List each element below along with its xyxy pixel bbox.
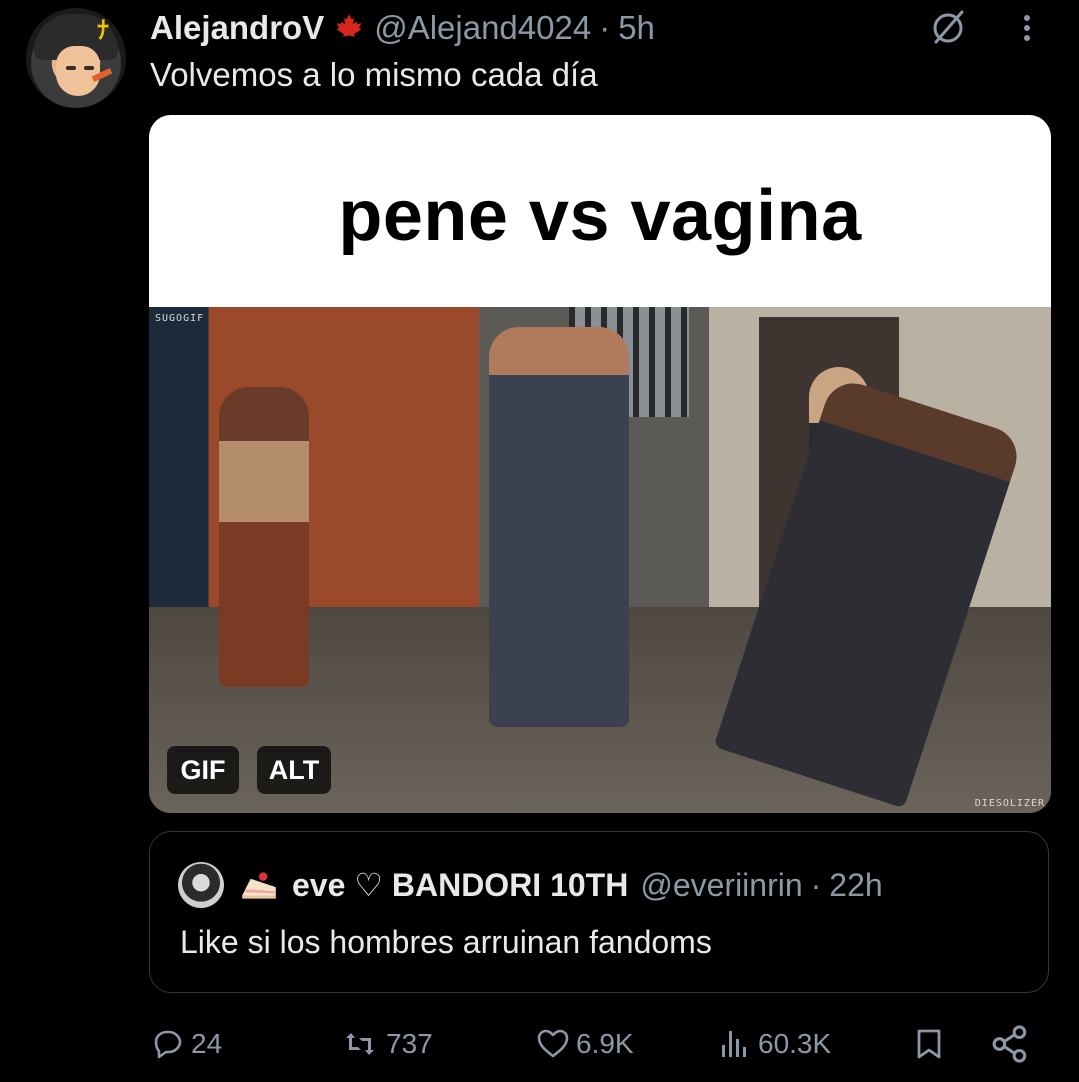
views-count: 60.3K	[758, 1028, 832, 1059]
reply-count: 24	[191, 1028, 223, 1059]
share-button[interactable]	[990, 1018, 1036, 1070]
bookmark-button[interactable]	[912, 1018, 952, 1070]
tweet-header: AlejandroV @Alejand4024 · 5h	[150, 6, 655, 50]
gif-caption: pene vs vagina	[338, 176, 862, 256]
quoted-time: 22h	[829, 866, 883, 903]
scene-person	[219, 387, 309, 687]
share-icon	[992, 1025, 1027, 1063]
repost-icon	[346, 1033, 374, 1055]
scene-person	[489, 327, 629, 727]
gif-badge: GIF	[167, 746, 239, 794]
maple-leaf-icon	[336, 14, 362, 42]
author-name[interactable]: AlejandroV	[150, 9, 324, 47]
like-button[interactable]: 6.9K	[536, 1018, 634, 1070]
views-icon	[722, 1031, 746, 1057]
separator-dot: ·	[599, 9, 611, 46]
quoted-tweet[interactable]: eve ♡ BANDORI 10TH @everiinrin · 22h Lik…	[149, 831, 1049, 993]
gif-watermark: SUGOGIF	[155, 313, 205, 324]
reply-button[interactable]: 24	[151, 1018, 222, 1070]
quoted-text: Like si los hombres arruinan fandoms	[180, 924, 712, 960]
repost-count: 737	[386, 1028, 433, 1059]
grok-icon[interactable]	[928, 8, 968, 48]
tweet-text: Volvemos a lo mismo cada día	[150, 56, 598, 93]
reply-icon	[154, 1030, 182, 1059]
gif-watermark: DIESOLIZER	[974, 798, 1045, 809]
quoted-avatar[interactable]	[178, 862, 224, 908]
quoted-header: eve ♡ BANDORI 10TH @everiinrin · 22h	[238, 862, 883, 908]
tweet-media-gif[interactable]: pene vs vagina SUGOGIF DIESOLIZER GIF AL…	[149, 115, 1051, 813]
like-icon	[537, 1029, 569, 1058]
cake-icon	[242, 872, 276, 899]
quoted-author-name: eve ♡ BANDORI 10TH	[292, 867, 629, 903]
bookmark-icon	[917, 1029, 941, 1059]
views-button[interactable]: 60.3K	[718, 1018, 831, 1070]
separator-dot: ·	[810, 866, 822, 903]
like-count: 6.9K	[576, 1028, 634, 1059]
gif-scene: SUGOGIF DIESOLIZER	[149, 307, 1051, 813]
author-avatar[interactable]: ﾅ	[26, 8, 126, 108]
tweet-time[interactable]: 5h	[618, 9, 655, 47]
more-icon[interactable]	[1012, 8, 1042, 48]
quoted-handle: @everiinrin	[640, 866, 803, 903]
repost-button[interactable]: 737	[340, 1018, 433, 1070]
gif-caption-band: pene vs vagina	[149, 115, 1051, 307]
author-handle[interactable]: @Alejand4024	[374, 9, 591, 47]
alt-text-button[interactable]: ALT	[257, 746, 331, 794]
tweet-actions: 24 737 6.9K 60.3K	[0, 1018, 1079, 1070]
